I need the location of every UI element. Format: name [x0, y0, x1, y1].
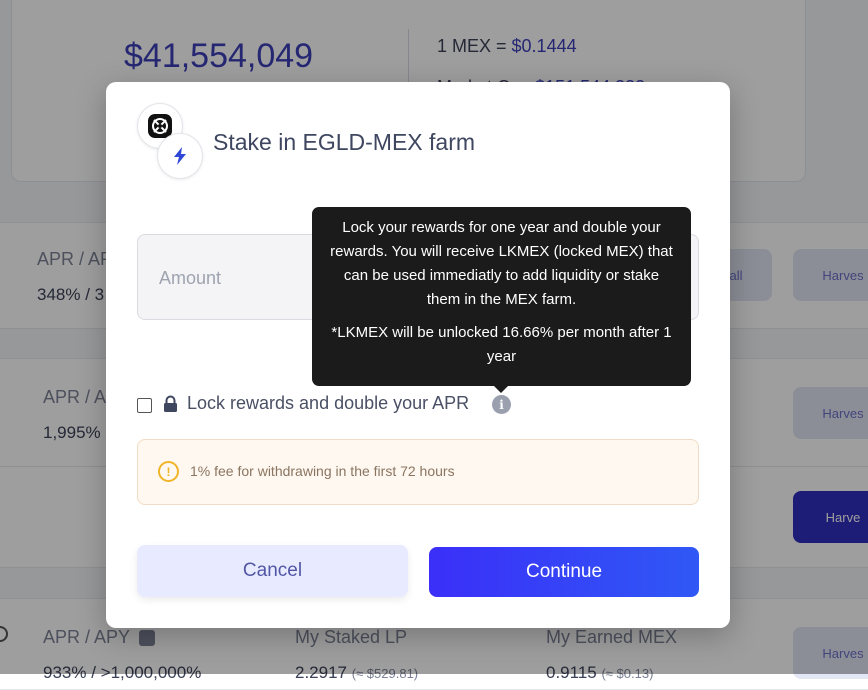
lock-icon — [164, 395, 177, 412]
fee-notice-text: 1% fee for withdrawing in the first 72 h… — [190, 463, 455, 479]
mex-token-icon — [157, 133, 203, 179]
amount-placeholder: Amount — [159, 268, 222, 288]
tooltip-paragraph-2: *LKMEX will be unlocked 16.66% per month… — [331, 324, 672, 365]
lock-rewards-tooltip: Lock your rewards for one year and doubl… — [312, 207, 691, 386]
warning-icon: ! — [158, 461, 179, 482]
info-icon[interactable]: i — [492, 395, 511, 414]
continue-button[interactable]: Continue — [429, 547, 699, 597]
cancel-button[interactable]: Cancel — [137, 545, 408, 597]
fee-notice: ! 1% fee for withdrawing in the first 72… — [137, 439, 699, 505]
tooltip-paragraph-1: Lock your rewards for one year and doubl… — [330, 219, 673, 308]
lock-rewards-checkbox[interactable] — [137, 398, 152, 413]
lock-rewards-label[interactable]: Lock rewards and double your APR — [187, 393, 469, 414]
mex-bolt-icon — [174, 147, 186, 165]
modal-title: Stake in EGLD-MEX farm — [213, 129, 476, 155]
tooltip-arrow — [493, 385, 509, 393]
